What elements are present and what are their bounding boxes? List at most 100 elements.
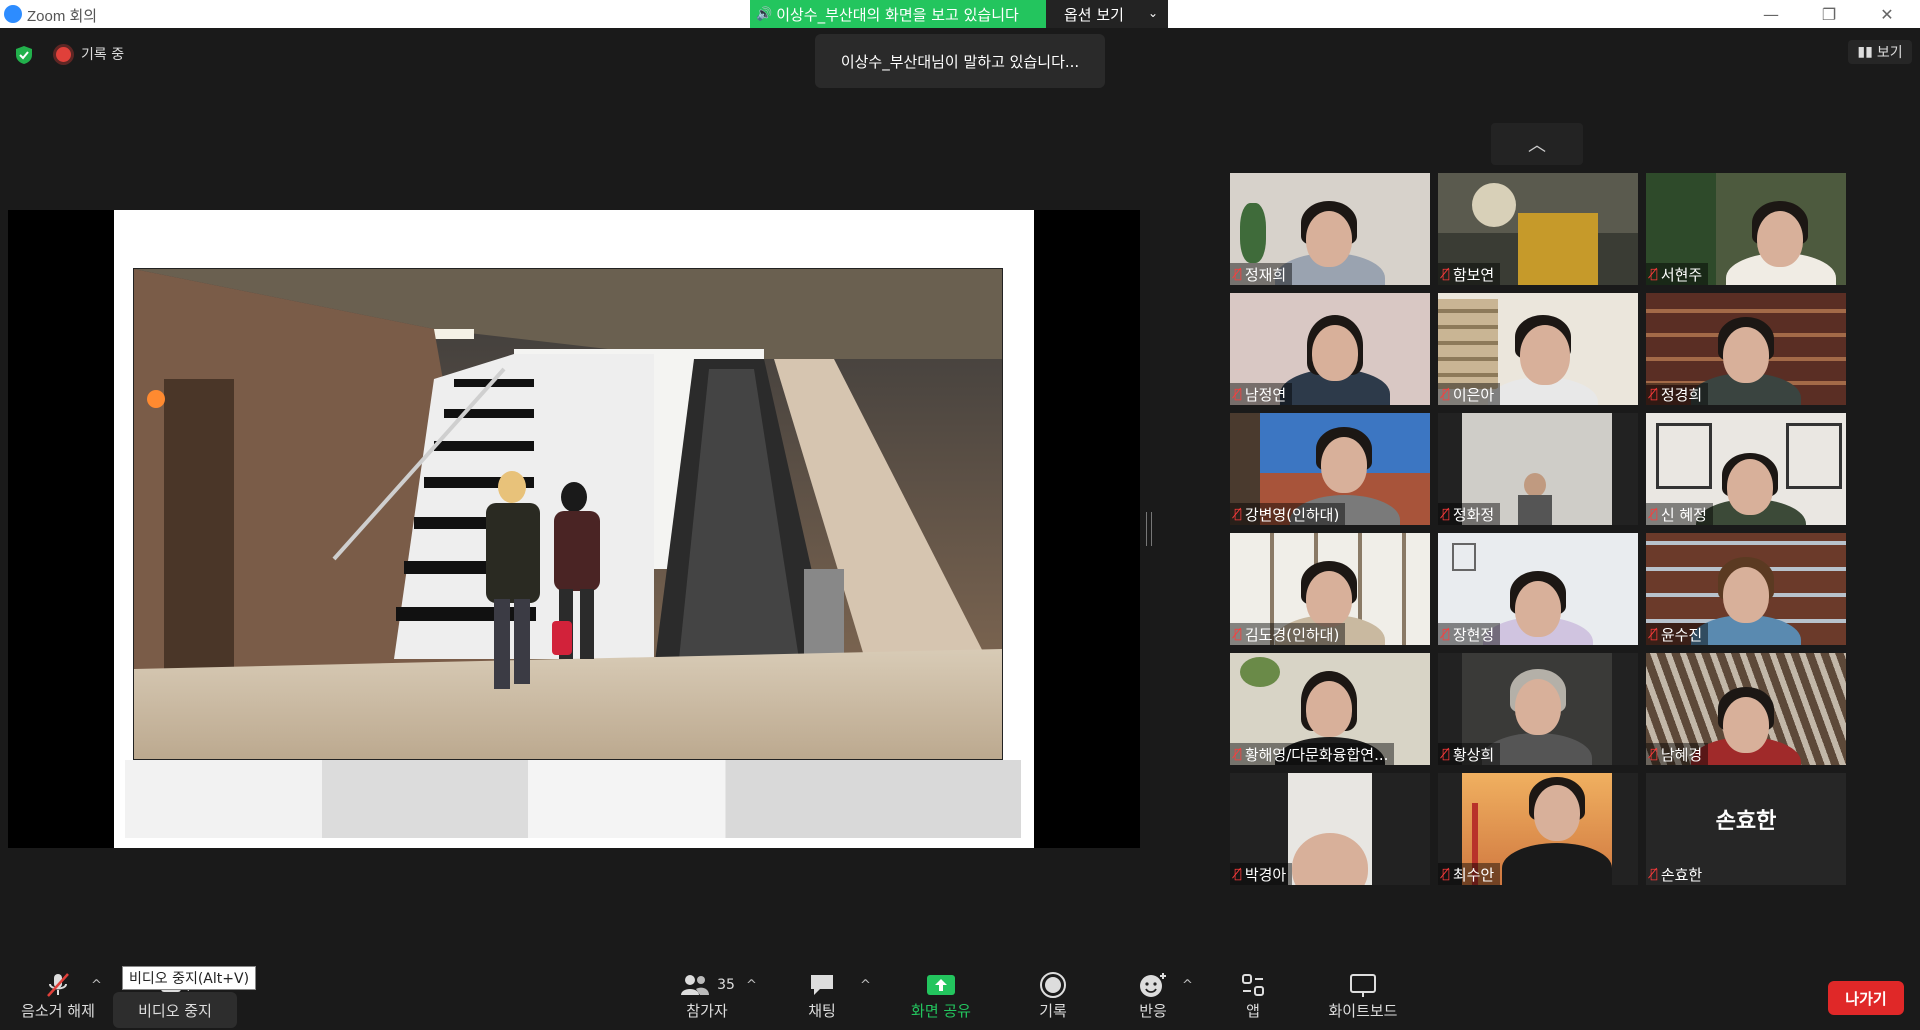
whiteboard-button[interactable]: 화이트보드 [1324, 970, 1402, 1028]
stairs-scene-image [134, 269, 1002, 759]
mic-muted-icon: 🎙̸ [1234, 626, 1242, 642]
participant-name: 🎙̸ 함보연 [1438, 263, 1501, 285]
mic-muted-icon: 🎙̸ [1234, 266, 1242, 282]
minimize-button[interactable]: — [1748, 0, 1794, 28]
record-button[interactable]: 기록 [1034, 970, 1072, 1028]
participant-tile[interactable]: 🎙̸ 함보연 [1438, 173, 1638, 285]
people-icon [681, 975, 710, 995]
mic-muted-icon: 🎙̸ [1234, 746, 1242, 762]
stop-video-label: 비디오 중지 [138, 1002, 212, 1020]
shared-video [133, 268, 1003, 760]
whiteboard-label: 화이트보드 [1328, 1002, 1398, 1020]
participant-name: 🎙̸ 손효한 [1650, 865, 1703, 884]
reactions-label: 반응 [1139, 1002, 1167, 1020]
gallery-scroll-up-button[interactable]: ︿ [1491, 123, 1583, 165]
participant-name: 🎙̸ 황상희 [1438, 743, 1501, 765]
share-status-text: 이상수_부산대의 화면을 보고 있습니다 [776, 5, 1019, 24]
view-options-button[interactable]: 옵션 보기 ⌄ [1046, 0, 1168, 28]
view-layout-icon: ▮▮ [1857, 44, 1873, 60]
chevron-down-icon: ⌄ [1147, 6, 1158, 20]
view-button[interactable]: ▮▮ 보기 [1848, 40, 1912, 64]
participant-tile[interactable]: 🎙̸ 황해영/다문화융합연... [1230, 653, 1430, 765]
reactions-button[interactable]: 반응 [1134, 970, 1172, 1028]
restore-button[interactable]: ❐ [1806, 0, 1852, 28]
mic-muted-icon: 🎙̸ [1442, 266, 1450, 282]
leave-button[interactable]: 나가기 [1828, 981, 1904, 1015]
participant-name: 🎙̸ 윤수진 [1646, 623, 1709, 645]
participant-name: 🎙̸ 정화정 [1438, 503, 1501, 525]
reactions-options-caret-icon[interactable]: ^ [1182, 978, 1193, 993]
participant-tile[interactable]: 🎙̸ 강변영(인하대) [1230, 413, 1430, 525]
participant-tile[interactable]: 🎙̸ 남혜경 [1646, 653, 1846, 765]
mic-muted-icon: 🎙̸ [1442, 506, 1450, 522]
participant-name: 🎙̸ 이은아 [1438, 383, 1501, 405]
security-shield-icon[interactable] [14, 45, 34, 65]
participant-tile[interactable]: 🎙̸ 장현정 [1438, 533, 1638, 645]
participant-tile[interactable]: 🎙̸ 윤수진 [1646, 533, 1846, 645]
chat-bubble-icon [811, 975, 833, 995]
mic-muted-icon: 🎙̸ [1650, 266, 1658, 282]
emoji-icon [1140, 973, 1166, 997]
mic-muted-icon: 🎙̸ [1234, 386, 1242, 402]
recording-status[interactable]: 기록 중 [81, 44, 124, 64]
participants-label: 참가자 [686, 1002, 728, 1020]
participant-name: 🎙̸ 강변영(인하대) [1230, 503, 1346, 525]
participants-button[interactable]: 35 참가자 [660, 970, 754, 1028]
mic-muted-icon: 🎙̸ [1234, 866, 1242, 882]
participant-tile[interactable]: 🎙̸ 김도경(인하대) [1230, 533, 1430, 645]
view-label: 보기 [1876, 45, 1903, 61]
resize-handle[interactable] [1146, 512, 1152, 546]
unmute-button[interactable]: 음소거 해제 [16, 970, 100, 1028]
view-options-label: 옵션 보기 [1064, 5, 1124, 24]
participant-tile[interactable]: 🎙̸ 정화정 [1438, 413, 1638, 525]
share-screen-label: 화면 공유 [911, 1002, 971, 1020]
participant-tile[interactable]: 🎙̸ 정재희 [1230, 173, 1430, 285]
share-status-banner: 🔊 이상수_부산대의 화면을 보고 있습니다 [750, 0, 1046, 28]
title-bar: Zoom 회의 🔊 이상수_부산대의 화면을 보고 있습니다 옵션 보기 ⌄ —… [0, 0, 1920, 28]
participant-tile[interactable]: 🎙̸ 이은아 [1438, 293, 1638, 405]
mic-muted-icon: 🎙̸ [1650, 386, 1658, 402]
participant-tile[interactable]: 🎙̸ 황상희 [1438, 653, 1638, 765]
participant-name: 🎙̸ 박경아 [1230, 863, 1293, 885]
video-tooltip: 비디오 중지(Alt+V) [122, 966, 257, 990]
whiteboard-icon [1350, 974, 1376, 997]
participant-name: 🎙̸ 남혜경 [1646, 743, 1709, 765]
chat-label: 채팅 [808, 1002, 836, 1020]
speaker-icon: 🔊 [756, 6, 773, 22]
participant-tile[interactable]: 손효한 🎙̸ 손효한 [1646, 773, 1846, 885]
mic-muted-icon: 🎙̸ [1442, 386, 1450, 402]
apps-button[interactable]: 앱 [1238, 970, 1268, 1028]
chevron-up-icon: ︿ [1528, 135, 1546, 156]
audio-options-caret-icon[interactable]: ^ [91, 978, 102, 993]
close-button[interactable]: ✕ [1864, 0, 1910, 28]
share-screen-icon [927, 975, 955, 995]
participant-name: 🎙̸ 신 혜정 [1646, 503, 1713, 525]
record-icon [1040, 972, 1066, 998]
apps-icon [1242, 974, 1264, 996]
participant-tile[interactable]: 🎙̸ 최수안 [1438, 773, 1638, 885]
participants-options-caret-icon[interactable]: ^ [746, 978, 757, 993]
mic-muted-icon: 🎙̸ [1650, 506, 1658, 522]
chat-button[interactable]: 채팅 [798, 970, 846, 1028]
slide-floor-decoration [125, 760, 1021, 838]
participants-count: 35 [717, 977, 735, 993]
participant-tile[interactable]: 🎙̸ 신 혜정 [1646, 413, 1846, 525]
mic-muted-icon [47, 973, 69, 997]
record-label: 기록 [1039, 1002, 1067, 1020]
unmute-label: 음소거 해제 [21, 1002, 95, 1020]
participant-tile[interactable]: 🎙̸ 남정연 [1230, 293, 1430, 405]
participant-name: 🎙̸ 장현정 [1438, 623, 1501, 645]
mic-muted-icon: 🎙̸ [1442, 626, 1450, 642]
active-speaker-notice: 이상수_부산대님이 말하고 있습니다... [815, 34, 1105, 88]
participant-tile[interactable]: 🎙̸ 정경희 [1646, 293, 1846, 405]
participant-tile[interactable]: 🎙̸ 박경아 [1230, 773, 1430, 885]
mic-muted-icon: 🎙̸ [1650, 626, 1658, 642]
mic-muted-icon: 🎙̸ [1442, 746, 1450, 762]
participant-name: 🎙̸ 서현주 [1646, 263, 1709, 285]
mic-muted-icon: 🎙̸ [1442, 866, 1450, 882]
share-screen-button[interactable]: 화면 공유 [904, 970, 978, 1028]
chat-options-caret-icon[interactable]: ^ [860, 978, 871, 993]
participant-tile[interactable]: 🎙̸ 서현주 [1646, 173, 1846, 285]
participant-name: 🎙̸ 정재희 [1230, 263, 1293, 285]
mic-muted-icon: 🎙̸ [1650, 866, 1658, 882]
